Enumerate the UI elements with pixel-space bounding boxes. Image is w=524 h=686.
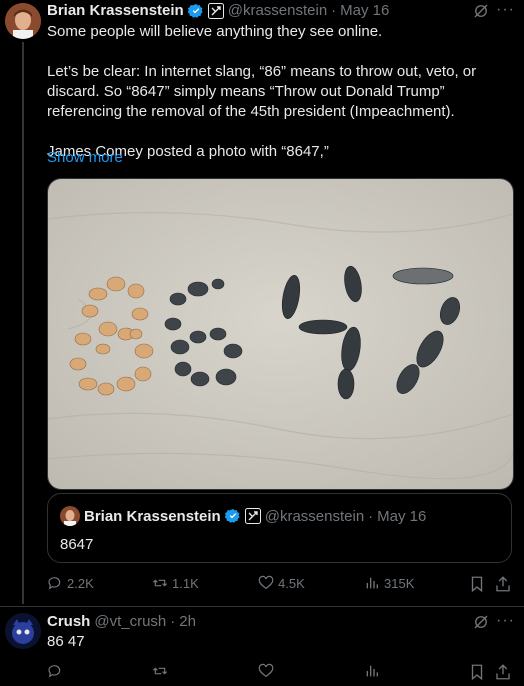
post-date[interactable]: May 16 — [340, 2, 389, 19]
quoted-header-separator: · — [368, 507, 374, 525]
reply-count: 2.2K — [67, 575, 94, 591]
grok-icon — [474, 615, 488, 629]
show-more-link[interactable]: Show more — [47, 149, 123, 166]
like-button[interactable]: 4.5K — [258, 575, 305, 591]
share-button[interactable] — [494, 575, 512, 598]
sand-8647-photo — [48, 179, 513, 489]
bookmark-button[interactable] — [468, 575, 486, 598]
quoted-post-date: May 16 — [377, 507, 427, 525]
repost-icon — [152, 579, 168, 587]
reply-more-options-button[interactable]: ··· — [496, 612, 515, 630]
quoted-verified-badge-icon — [224, 509, 240, 523]
quoted-author-handle: @krassenstein — [264, 507, 365, 525]
views-count: 315K — [384, 575, 415, 591]
post-header: Brian Krassenstein @krassenstein · May 1… — [47, 2, 389, 19]
reply-header-separator: · — [170, 613, 176, 630]
quoted-author-name: Brian Krassenstein — [84, 507, 221, 525]
affiliate-badge-icon — [207, 2, 224, 19]
reply-views-button[interactable] — [364, 663, 380, 679]
reply-grok-button[interactable] — [472, 613, 490, 636]
share-icon — [496, 664, 510, 680]
post-image[interactable] — [47, 178, 514, 490]
reply-author-name[interactable]: Crush — [47, 613, 90, 630]
more-icon: ··· — [496, 1, 515, 18]
reply-author-handle[interactable]: @vt_crush — [94, 613, 166, 630]
thread-line — [22, 42, 24, 604]
reply-icon — [48, 665, 61, 678]
reply-reply-button[interactable] — [47, 663, 63, 679]
views-button[interactable]: 315K — [364, 575, 414, 591]
quoted-affiliate-badge-icon — [244, 508, 261, 524]
reply-share-button[interactable] — [494, 663, 512, 686]
repost-icon — [152, 667, 168, 675]
avatar-image — [5, 3, 41, 39]
post-divider — [0, 606, 524, 607]
repost-count: 1.1K — [172, 575, 199, 591]
reply-time[interactable]: 2h — [179, 613, 196, 630]
reply-avatar-image — [5, 613, 41, 649]
reply-like-button[interactable] — [258, 663, 274, 679]
reply-button[interactable]: 2.2K — [47, 575, 94, 591]
quoted-avatar-image — [64, 510, 76, 526]
like-count: 4.5K — [278, 575, 305, 591]
post-text: Some people will believe anything they s… — [47, 23, 477, 160]
quoted-post-header: Brian Krassenstein @krassenstein · May 1… — [60, 506, 426, 526]
views-chart-icon — [366, 665, 378, 677]
heart-icon — [258, 663, 274, 678]
share-icon — [496, 576, 510, 592]
repost-button[interactable]: 1.1K — [152, 575, 199, 591]
quoted-post-text: 8647 — [60, 536, 94, 553]
reply-text: 86 47 — [47, 633, 85, 650]
bookmark-icon — [471, 664, 483, 681]
heart-icon — [258, 575, 274, 590]
quoted-author-avatar — [60, 506, 80, 526]
grok-icon — [474, 4, 488, 18]
reply-repost-button[interactable] — [152, 663, 168, 679]
quoted-post[interactable]: Brian Krassenstein @krassenstein · May 1… — [47, 493, 512, 563]
bookmark-icon — [471, 576, 483, 593]
reply-author-avatar[interactable] — [5, 613, 41, 649]
reply-header: Crush @vt_crush · 2h — [47, 613, 196, 630]
header-separator: · — [331, 2, 337, 19]
more-options-button[interactable]: ··· — [496, 1, 515, 19]
author-avatar[interactable] — [5, 3, 41, 39]
views-chart-icon — [366, 577, 378, 589]
author-handle[interactable]: @krassenstein — [228, 2, 327, 19]
reply-icon — [48, 577, 61, 590]
more-icon: ··· — [496, 612, 515, 629]
reply-bookmark-button[interactable] — [468, 663, 486, 686]
author-name[interactable]: Brian Krassenstein — [47, 2, 184, 19]
verified-badge-icon — [187, 3, 203, 18]
